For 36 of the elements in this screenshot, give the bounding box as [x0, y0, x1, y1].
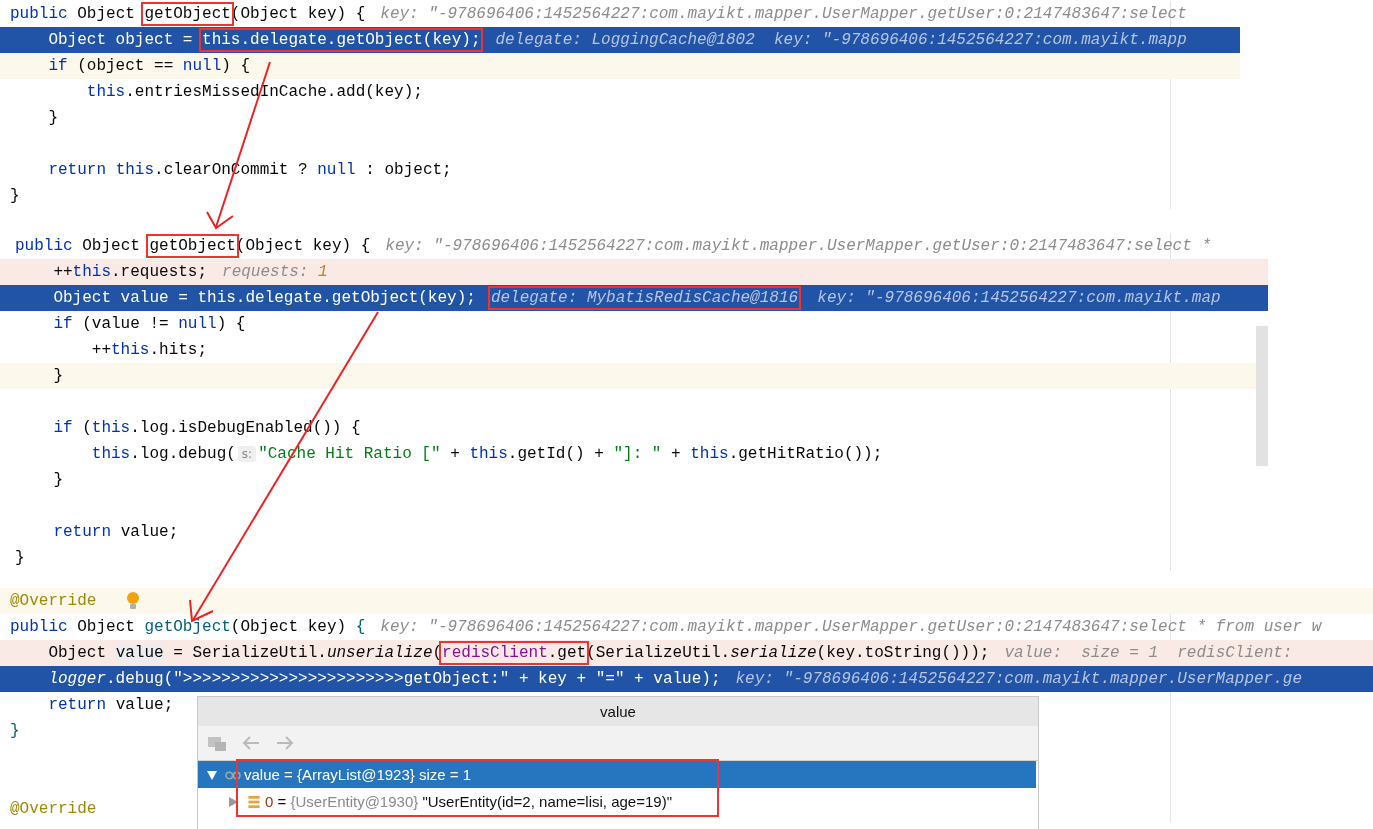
- scrollbar[interactable]: [1256, 326, 1268, 466]
- inline-value-hint: value: size = 1 redisClient:: [1004, 644, 1293, 662]
- inline-value-hint: key: "-978696406:1452564227:com.mayikt.mapper.UserMapper.ge: [735, 670, 1302, 688]
- inline-value-hint: delegate: MybatisRedisCache@1816 key: "-978696406:1452564227:com.mayikt.map: [490, 289, 1221, 307]
- code-line: if (value != null) {: [52, 315, 246, 333]
- code-line: return value;: [52, 523, 179, 541]
- inline-value-hint: requests: 1: [222, 263, 328, 281]
- code-line: @Override: [10, 592, 97, 610]
- popup-title: value: [198, 697, 1038, 726]
- inline-value-hint: key: "-978696406:1452564227:com.mayikt.mapper.UserMapper.getUser:0:2147483647:select * from user w: [380, 618, 1322, 636]
- code-line: public Object getObject(Object key) {: [10, 618, 366, 636]
- code-line: @Override: [10, 800, 97, 818]
- code-line: Object object = this.delegate.getObject(key);: [10, 31, 481, 49]
- code-line: ++this.requests;: [52, 263, 208, 281]
- code-line: Object value = this.delegate.getObject(key);: [52, 289, 476, 307]
- collapse-triangle-icon[interactable]: [206, 768, 218, 781]
- tree-row[interactable]: value = {ArrayList@1923} size = 1: [198, 761, 1036, 788]
- code-line: public Object getObject(Object key) {: [15, 237, 371, 255]
- code-line: if (object == null) {: [47, 57, 251, 75]
- inline-value-hint: key: "-978696406:1452564227:com.mayikt.mapper.UserMapper.getUser:0:2147483647:select *: [385, 237, 1211, 255]
- code-line: return value;: [47, 696, 174, 714]
- code-line: }: [10, 187, 20, 205]
- code-line: public Object getObject(Object key) {: [10, 5, 366, 23]
- inline-value-hint: delegate: LoggingCache@1802 key: "-978696406:1452564227:com.mayikt.mapp: [495, 31, 1187, 49]
- code-line: logger.debug(">>>>>>>>>>>>>>>>>>>>>>>getObject:" + key + "=" + value);: [47, 670, 721, 688]
- code-line: Object value = SerializeUtil.unserialize(redisClient.get(SerializeUtil.serialize(key.toString()));: [10, 644, 990, 662]
- code-line: ++this.hits;: [90, 341, 208, 359]
- code-line: }: [10, 722, 20, 740]
- list-icon: [245, 794, 263, 809]
- code-line: }: [52, 471, 63, 489]
- tree-row[interactable]: 0 = {UserEntity@1930} "UserEntity(id=2, name=lisi, age=19)": [198, 788, 1057, 815]
- code-line: }: [52, 367, 63, 385]
- expand-triangle-icon[interactable]: [227, 795, 239, 808]
- code-line: }: [15, 549, 25, 567]
- inline-value-hint: key: "-978696406:1452564227:com.mayikt.mapper.UserMapper.getUser:0:2147483647:select: [380, 5, 1187, 23]
- code-line: }: [47, 109, 58, 127]
